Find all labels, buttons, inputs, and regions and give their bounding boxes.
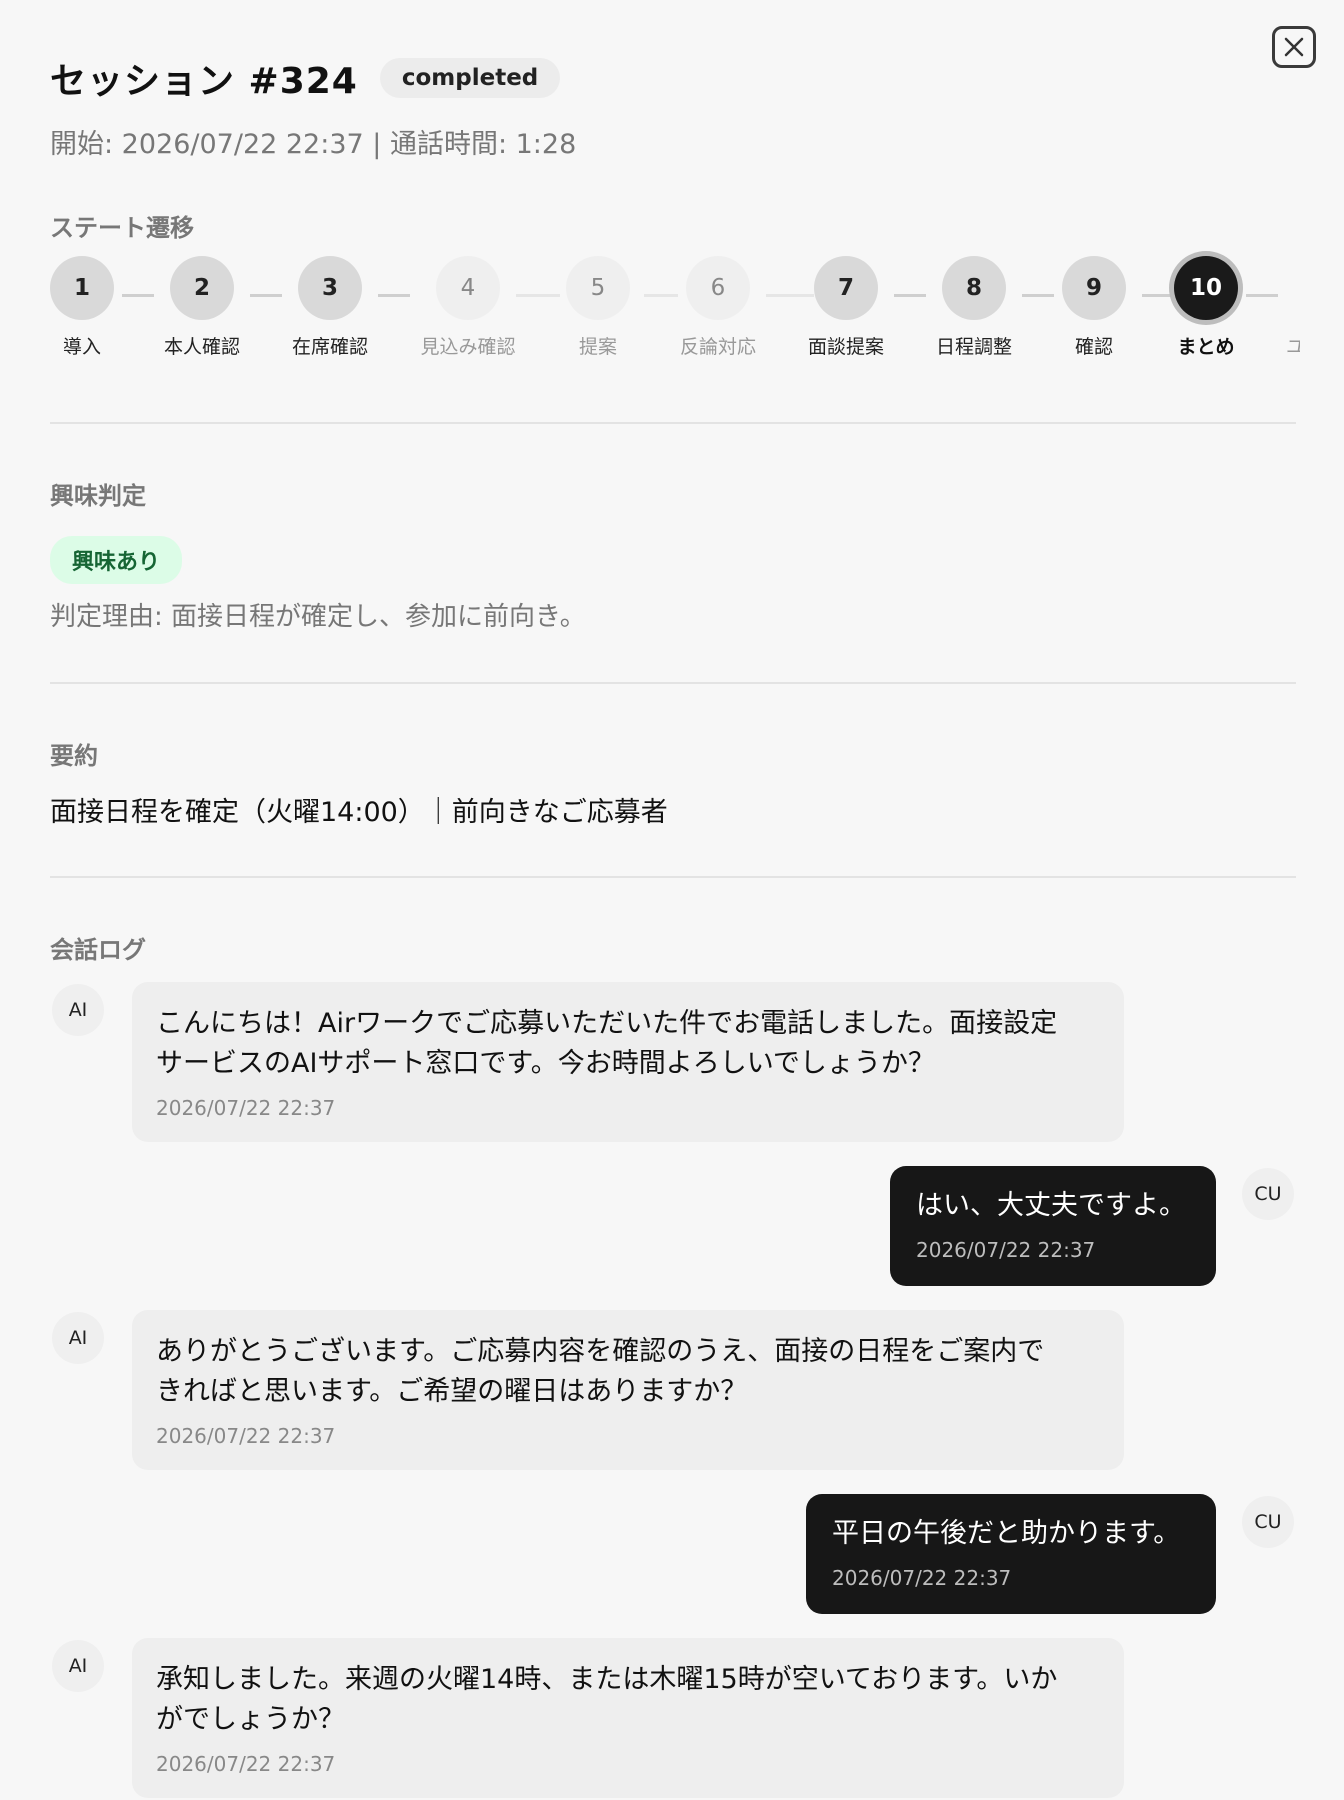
step-connector [1246,294,1278,297]
step-number: 2 [170,256,234,320]
step-connector [516,294,560,297]
ai-avatar: AI [52,984,104,1036]
interest-reason: 判定理由: 面接日程が確定し、参加に前向き。 [50,602,586,632]
step-9: 9 確認 [1062,256,1126,358]
divider [50,682,1296,684]
step-number: 1 [50,256,114,320]
summary-title: 要約 [50,742,98,770]
step-connector [1142,294,1174,297]
customer-message: 平日の午後だと助かります。 2026/07/22 22:37 [806,1494,1216,1614]
customer-avatar: CU [1242,1168,1294,1220]
session-detail-panel: セッション #324 completed 開始: 2026/07/22 22:3… [0,0,1344,1800]
step-label: まとめ [1177,336,1235,358]
message-text: はい、大丈夫ですよ。 [916,1190,1186,1221]
step-4: 4 見込み確認 [420,256,516,358]
message-text: 承知しました。来週の火曜14時、または木曜15時が空いております。いか がでしょ… [156,1664,1058,1735]
step-connector [378,294,410,297]
step-label: 面談提案 [807,336,885,358]
close-button[interactable] [1272,26,1316,68]
step-1: 1 導入 [50,256,114,358]
page-title: セッション #324 [50,61,358,102]
step-number: 4 [436,256,500,320]
divider [50,422,1296,424]
ai-avatar: AI [52,1640,104,1692]
state-stepper: 1 導入 2 本人確認 3 在席確認 4 見込み確認 5 提案 6 反論対応 7… [50,256,1300,366]
step-number: 7 [814,256,878,320]
state-transition-title: ステート遷移 [50,214,194,242]
step-2: 2 本人確認 [164,256,240,358]
step-label: 導入 [62,336,102,358]
step-label: 提案 [578,336,618,358]
message-text: ありがとうございます。ご応募内容を確認のうえ、面接の日程をご案内で きればと思い… [156,1336,1045,1407]
step-10: 10 まとめ [1174,256,1238,358]
status-badge: completed [379,58,561,98]
ai-message: こんにちは！Airワークでご応募いただいた件でお電話しました。面接設定 サービス… [132,982,1124,1142]
interest-badge: 興味あり [50,536,183,584]
step-label: 在席確認 [291,336,369,358]
step-connector [1022,294,1054,297]
message-timestamp: 2026/07/22 22:37 [832,1566,1012,1590]
message-timestamp: 2026/07/22 22:37 [156,1424,336,1448]
step-6: 6 反論対応 [680,256,756,358]
step-3: 3 在席確認 [292,256,368,358]
step-connector [122,294,154,297]
step-label: 反論対応 [679,336,757,358]
customer-avatar: CU [1242,1496,1294,1548]
step-label: 本人確認 [163,336,241,358]
step-number: 9 [1062,256,1126,320]
step-8: 8 日程調整 [936,256,1012,358]
ai-avatar: AI [52,1312,104,1364]
step-number: 8 [942,256,1006,320]
conversation-title: 会話ログ [50,936,146,964]
session-meta: 開始: 2026/07/22 22:37 | 通話時間: 1:28 [50,129,577,160]
ai-message: 承知しました。来週の火曜14時、または木曜15時が空いております。いか がでしょ… [132,1638,1124,1798]
step-label-truncated: ユ [1286,336,1300,358]
customer-message: はい、大丈夫ですよ。 2026/07/22 22:37 [890,1166,1216,1286]
summary-text: 面接日程を確定（火曜14:00）｜前向きなご応募者 [50,797,668,828]
step-connector [766,294,814,297]
step-number: 3 [298,256,362,320]
step-label: 見込み確認 [420,336,516,358]
message-timestamp: 2026/07/22 22:37 [156,1096,336,1120]
step-5: 5 提案 [566,256,630,358]
step-connector [894,294,926,297]
message-text: こんにちは！Airワークでご応募いただいた件でお電話しました。面接設定 サービス… [156,1008,1058,1079]
ai-message: ありがとうございます。ご応募内容を確認のうえ、面接の日程をご案内で きればと思い… [132,1310,1124,1470]
message-timestamp: 2026/07/22 22:37 [916,1238,1096,1262]
message-timestamp: 2026/07/22 22:37 [156,1752,336,1776]
step-label: 日程調整 [935,336,1013,358]
step-7: 7 面談提案 [808,256,884,358]
step-number: 6 [686,256,750,320]
step-connector [644,294,678,297]
message-text: 平日の午後だと助かります。 [832,1518,1181,1549]
step-label: 確認 [1074,336,1114,358]
step-number: 10 [1174,256,1238,320]
step-number: 5 [566,256,630,320]
step-connector [250,294,282,297]
divider [50,876,1296,878]
close-icon [1284,37,1304,57]
interest-title: 興味判定 [50,482,146,510]
session-header: セッション #324 completed [50,52,561,104]
